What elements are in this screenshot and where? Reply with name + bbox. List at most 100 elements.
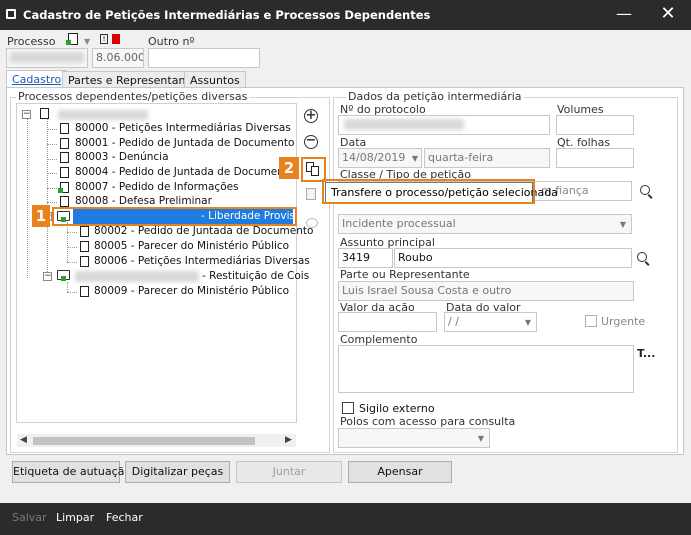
volumes-field[interactable] (556, 115, 634, 135)
text-format-button[interactable]: T... (637, 347, 655, 360)
data-field[interactable]: 14/08/2019 ▼ (338, 148, 422, 168)
scroll-left-icon[interactable]: ◀ (20, 435, 27, 445)
fechar-button[interactable]: Fechar (106, 511, 143, 524)
document-icon (80, 241, 89, 252)
horizontal-scrollbar[interactable]: ◀ ▶ (17, 434, 296, 447)
tree-line (47, 173, 57, 174)
tree-node[interactable]: 80009 - Parecer do Ministério Público (94, 284, 289, 299)
salvar-button[interactable]: Salvar (12, 511, 47, 524)
new-badge-icon (66, 40, 71, 45)
tree-line (27, 118, 28, 278)
data-valor-field[interactable]: / / ▼ (444, 312, 537, 332)
tree-line (47, 144, 57, 145)
tree-line (47, 129, 57, 130)
polos-field[interactable]: ▼ (338, 428, 490, 448)
link-icon[interactable] (306, 218, 318, 228)
valor-field[interactable] (338, 312, 437, 332)
chevron-down-icon[interactable]: ▼ (525, 316, 531, 330)
parte-field[interactable]: Luis Israel Sousa Costa e outro (338, 281, 634, 301)
red-flag-icon (112, 34, 120, 44)
minimize-button[interactable]: — (602, 0, 646, 30)
assunto-name-field[interactable]: Roubo (394, 248, 632, 268)
tree-line (47, 188, 57, 189)
tree-node[interactable]: 80006 - Petições Intermediárias Diversas (94, 254, 310, 269)
document-icon (60, 138, 69, 149)
document-icon (60, 196, 69, 207)
window-title: Cadastro de Petições Intermediárias e Pr… (23, 8, 431, 22)
assunto-code-field[interactable]: 3419 (338, 248, 393, 268)
search-icon[interactable] (637, 252, 647, 262)
document-icon (60, 123, 69, 134)
outro-numero-field[interactable] (148, 48, 260, 68)
tooltip-callout-frame (322, 179, 535, 204)
sigilo-checkbox[interactable] (342, 402, 354, 414)
polos-label: Polos com acesso para consulta (340, 415, 516, 428)
tree-node[interactable]: 80003 - Denúncia (75, 150, 169, 165)
search-icon[interactable] (640, 185, 650, 195)
tipo-field[interactable]: Incidente processual ▼ (338, 214, 632, 234)
tree-node[interactable]: - Restituição de Cois (202, 269, 309, 284)
juntar-button[interactable]: Juntar (236, 461, 342, 483)
data-value: 14/08/2019 (342, 151, 406, 164)
document-icon (80, 226, 89, 237)
limpar-button[interactable]: Limpar (56, 511, 94, 524)
etiqueta-button[interactable]: Etiqueta de autuação (12, 461, 131, 483)
outro-label: Outro nº (148, 35, 195, 48)
document-icon (80, 286, 89, 297)
urgente-checkbox[interactable] (585, 315, 597, 327)
collapse-root-icon[interactable]: − (22, 110, 31, 119)
tree-node[interactable]: 80002 - Pedido de Juntada de Documento (94, 224, 313, 239)
qt-folhas-field[interactable] (556, 148, 634, 168)
tree-line (67, 282, 68, 292)
tree-line (47, 202, 57, 203)
tree-node[interactable]: 80001 - Pedido de Juntada de Documento (75, 136, 294, 151)
chevron-down-icon[interactable]: ▼ (620, 218, 626, 232)
scroll-thumb[interactable] (33, 437, 255, 445)
weekday-field: quarta-feira (424, 148, 550, 168)
tree-node[interactable]: 80005 - Parecer do Ministério Público (94, 239, 289, 254)
document-icon (80, 256, 89, 267)
chevron-down-icon[interactable]: ▼ (412, 152, 418, 166)
apensar-button[interactable]: Apensar (348, 461, 452, 483)
tree-line (67, 247, 77, 248)
processo-label: Processo (7, 35, 56, 48)
digitalizar-button[interactable]: Digitalizar peças (125, 461, 230, 483)
green-badge-icon (61, 276, 66, 281)
callout-frame-1 (52, 207, 297, 226)
redacted-root-title (58, 110, 148, 120)
left-group-title: Processos dependentes/petições diversas (16, 90, 250, 103)
expand-all-button[interactable]: + (304, 109, 318, 123)
bottom-toolbar: Salvar Limpar Fechar (0, 503, 691, 535)
attach-document-icon[interactable] (306, 188, 316, 200)
chevron-down-icon[interactable]: ▼ (478, 432, 484, 446)
tree-line (67, 262, 77, 263)
tree-line (67, 232, 77, 233)
document-icon (60, 167, 69, 178)
data-valor-value: / / (448, 315, 459, 328)
tree-node[interactable]: 80004 - Pedido de Juntada de Documento (75, 165, 294, 180)
info-icon[interactable]: ! (100, 34, 108, 44)
document-icon (40, 108, 49, 119)
collapse-node-icon[interactable]: − (43, 272, 52, 281)
tree-line (47, 119, 48, 278)
title-bar: Cadastro de Petições Intermediárias e Pr… (0, 0, 691, 30)
tree-node[interactable]: 80000 - Petições Intermediárias Diversas (75, 121, 291, 136)
tipo-value: Incidente processual (342, 217, 456, 230)
processo-suffix-field[interactable]: 8.06.0001 (92, 48, 144, 68)
tree-line (67, 292, 77, 293)
document-icon (58, 182, 69, 193)
transfer-process-icon-back (311, 166, 319, 176)
right-group-title: Dados da petição intermediária (346, 90, 524, 103)
document-icon (60, 152, 69, 163)
close-button[interactable]: ✕ (646, 0, 690, 30)
chevron-down-icon[interactable]: ▼ (84, 37, 90, 46)
app-icon (6, 9, 16, 19)
tree-node[interactable]: 80007 - Pedido de Informações (75, 180, 239, 195)
collapse-all-button[interactable]: − (304, 134, 318, 149)
tree-line (47, 159, 57, 160)
folder-icon (57, 270, 70, 281)
new-document-icon[interactable] (66, 33, 78, 45)
tree-line (67, 222, 68, 262)
scroll-right-icon[interactable]: ▶ (285, 435, 292, 445)
complemento-field[interactable] (338, 345, 634, 393)
